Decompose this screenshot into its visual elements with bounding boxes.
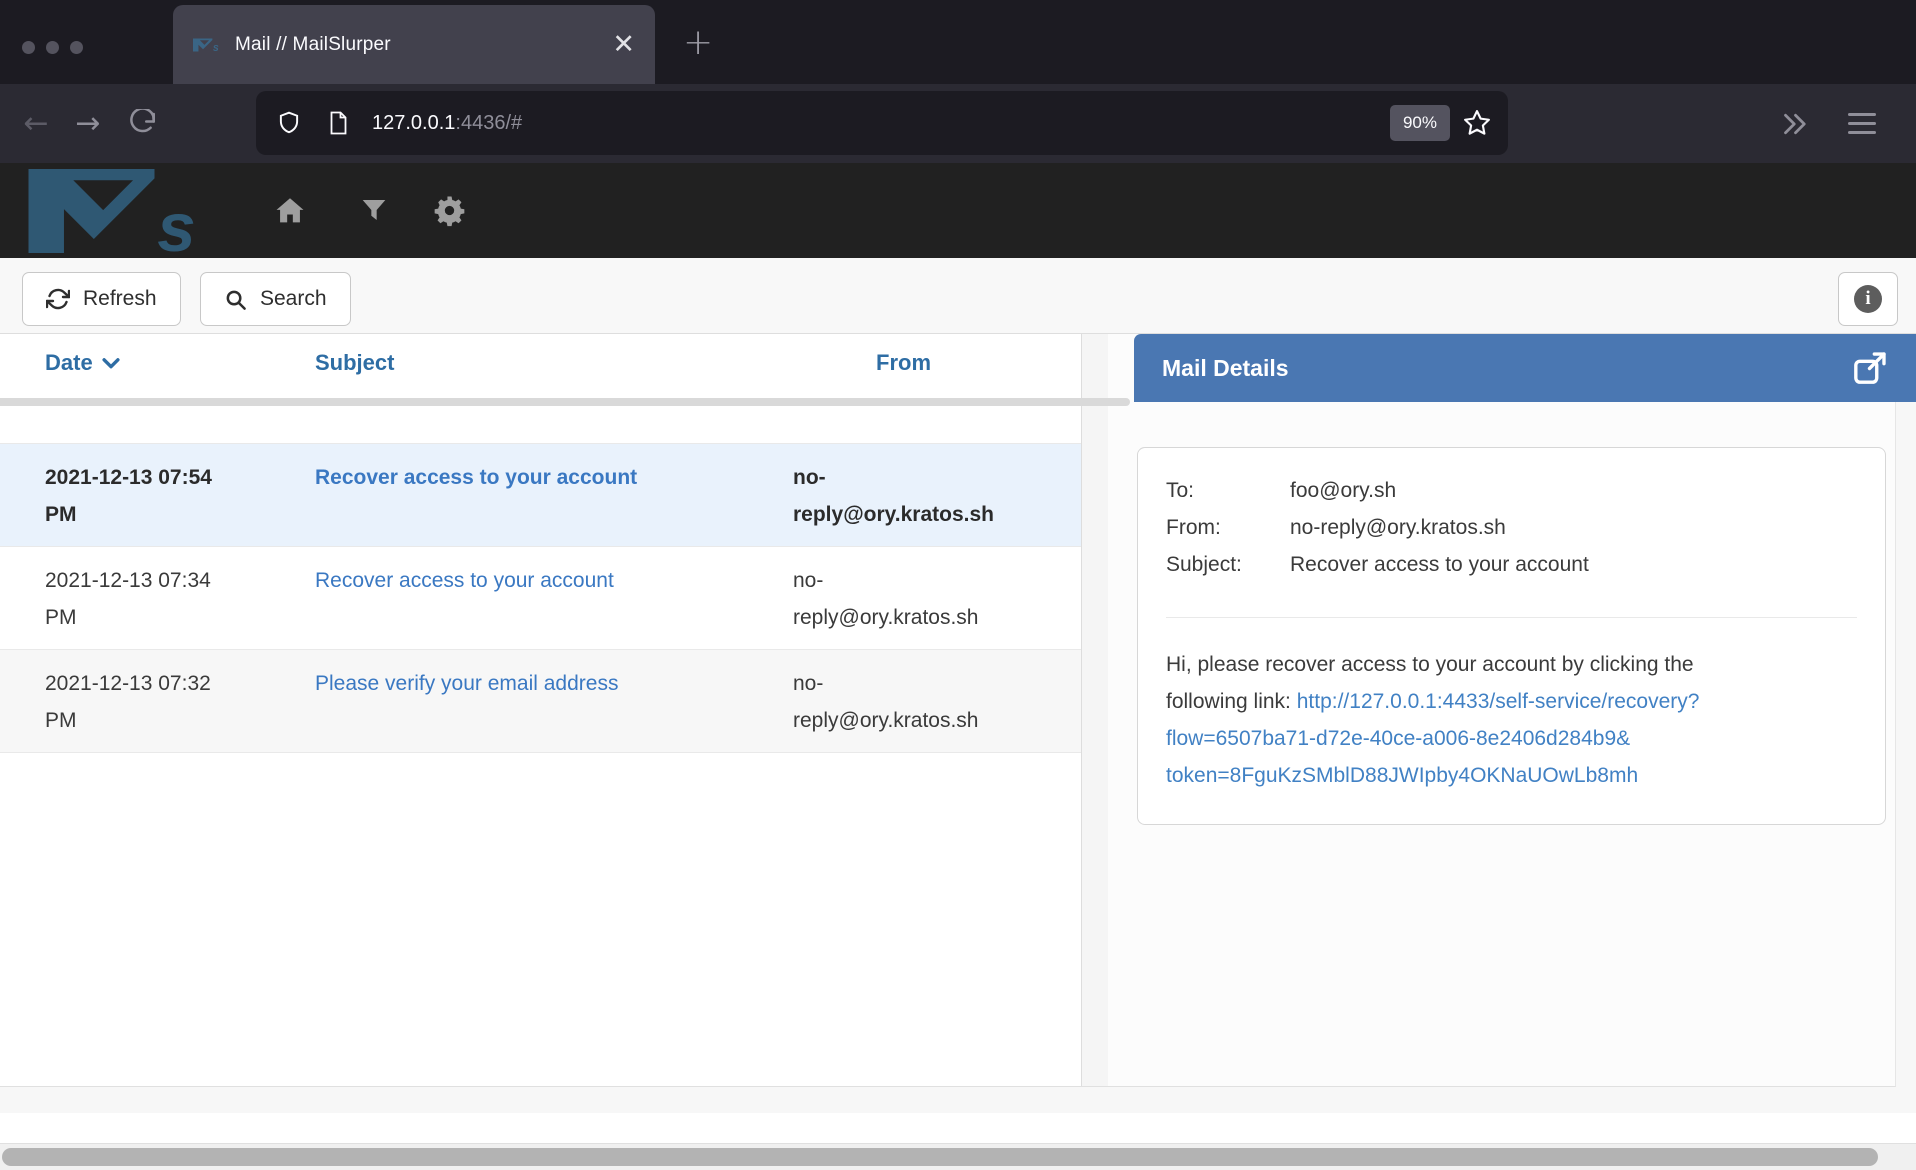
- gear-icon[interactable]: [433, 194, 466, 227]
- mail-list-scrollbar[interactable]: [1081, 334, 1108, 1086]
- mail-subject-link[interactable]: Recover access to your account: [315, 459, 760, 546]
- mail-list-panel: Date Subject From 2021-12-13 07:54 PM Re…: [0, 334, 1108, 1087]
- url-path: :4436/#: [455, 112, 522, 134]
- info-icon: i: [1854, 285, 1882, 313]
- field-to-value: foo@ory.sh: [1290, 472, 1857, 509]
- bottom-spacer: [0, 1087, 1916, 1113]
- zoom-level-badge[interactable]: 90%: [1390, 105, 1450, 141]
- shield-icon[interactable]: [276, 109, 302, 137]
- reload-icon[interactable]: [118, 84, 162, 163]
- page-scrollbar-thumb[interactable]: [2, 1148, 1878, 1166]
- mailslurper-favicon-icon: s: [193, 38, 221, 52]
- mail-from: no-reply@ory.kratos.sh: [793, 459, 1003, 546]
- new-tab-button[interactable]: +: [683, 22, 713, 63]
- tab-title: Mail // MailSlurper: [235, 34, 391, 56]
- menu-hamburger-icon[interactable]: [1848, 113, 1876, 134]
- bottom-spacer-white: [0, 1113, 1916, 1143]
- mailslurper-logo: s: [22, 169, 217, 253]
- field-from-value: no-reply@ory.kratos.sh: [1290, 509, 1857, 546]
- mail-details-card: To: foo@ory.sh From: no-reply@ory.kratos…: [1137, 447, 1886, 825]
- window-controls: [22, 41, 83, 54]
- list-scrollbar-horizontal[interactable]: [0, 398, 1130, 406]
- home-icon[interactable]: [273, 194, 307, 228]
- filter-icon[interactable]: [358, 194, 390, 226]
- tab-close-icon[interactable]: ✕: [612, 31, 635, 58]
- browser-tab-bar: s Mail // MailSlurper ✕ +: [0, 0, 1916, 84]
- mail-date: 2021-12-13 07:54 PM: [45, 459, 240, 546]
- page-info-icon[interactable]: [326, 109, 350, 137]
- field-subject-label: Subject:: [1166, 546, 1290, 583]
- date-header-label: Date: [45, 350, 93, 376]
- field-from-label: From:: [1166, 509, 1290, 546]
- field-subject: Subject: Recover access to your account: [1166, 546, 1857, 583]
- search-button[interactable]: Search: [200, 272, 351, 326]
- mail-subject-link[interactable]: Please verify your email address: [315, 665, 760, 752]
- refresh-button[interactable]: Refresh: [22, 272, 181, 326]
- mailslurper-navbar: s: [0, 163, 1916, 258]
- back-button[interactable]: ←: [14, 84, 58, 163]
- field-to-label: To:: [1166, 472, 1290, 509]
- divider: [1166, 617, 1857, 618]
- mail-list-row[interactable]: 2021-12-13 07:34 PM Recover access to yo…: [0, 547, 1081, 650]
- mail-from: no-reply@ory.kratos.sh: [793, 562, 1003, 649]
- field-from: From: no-reply@ory.kratos.sh: [1166, 509, 1857, 546]
- refresh-icon: [46, 287, 70, 311]
- forward-button[interactable]: →: [66, 84, 110, 163]
- overflow-menu-icon[interactable]: [1778, 109, 1808, 139]
- page-horizontal-scrollbar[interactable]: [0, 1143, 1916, 1170]
- column-header-from: From: [876, 350, 931, 376]
- url-text: 127.0.0.1:4436/#: [372, 112, 522, 135]
- field-subject-value: Recover access to your account: [1290, 546, 1857, 583]
- sort-chevron-down-icon: [102, 357, 120, 370]
- column-header-subject: Subject: [315, 350, 394, 376]
- svg-text:s: s: [157, 188, 195, 253]
- browser-tab[interactable]: s Mail // MailSlurper ✕: [173, 5, 655, 84]
- url-host: 127.0.0.1: [372, 112, 455, 134]
- mail-from: no-reply@ory.kratos.sh: [793, 665, 1003, 752]
- info-button[interactable]: i: [1838, 272, 1898, 326]
- field-to: To: foo@ory.sh: [1166, 472, 1857, 509]
- url-bar[interactable]: 127.0.0.1:4436/# 90%: [256, 91, 1508, 155]
- open-in-new-window-icon[interactable]: [1851, 350, 1888, 387]
- column-header-date[interactable]: Date: [45, 350, 120, 376]
- mail-list-body: 2021-12-13 07:54 PM Recover access to yo…: [0, 443, 1081, 753]
- mail-date: 2021-12-13 07:32 PM: [45, 665, 240, 752]
- refresh-label: Refresh: [83, 287, 157, 311]
- svg-text:s: s: [213, 42, 219, 52]
- mail-list-row[interactable]: 2021-12-13 07:54 PM Recover access to yo…: [0, 444, 1081, 547]
- mail-list-row[interactable]: 2021-12-13 07:32 PM Please verify your e…: [0, 650, 1081, 753]
- bookmark-star-icon[interactable]: [1462, 108, 1492, 138]
- search-icon: [224, 288, 247, 311]
- browser-nav-toolbar: ← → 127.0.0.1:4436/# 90%: [0, 84, 1916, 163]
- app-toolbar: Refresh Search i: [0, 258, 1916, 334]
- mail-body: Hi, please recover access to your accoun…: [1166, 646, 1766, 794]
- mail-details-title: Mail Details: [1162, 355, 1289, 382]
- search-label: Search: [260, 287, 327, 311]
- mail-subject-link[interactable]: Recover access to your account: [315, 562, 760, 649]
- mail-details-header: Mail Details: [1134, 334, 1916, 402]
- mail-date: 2021-12-13 07:34 PM: [45, 562, 240, 649]
